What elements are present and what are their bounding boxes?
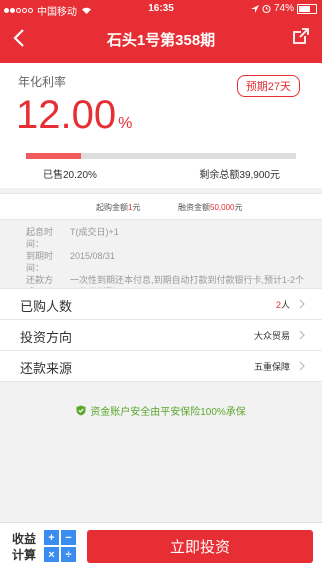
page-title: 石头1号第358期	[106, 32, 216, 49]
rate-value: 12.00	[16, 93, 117, 137]
list-item-direction[interactable]: 投资方向 大众贸易	[0, 320, 322, 351]
alarm-icon	[262, 5, 271, 13]
profit-calculator-label[interactable]: 收益 计算	[12, 531, 40, 563]
security-note: 资金账户安全由平安保险100%承保	[0, 403, 322, 418]
detail-row: 到期时间： 2015/08/31	[26, 250, 306, 274]
rate-unit: %	[118, 115, 133, 132]
divide-icon: ÷	[61, 547, 76, 562]
buyers-value: 2人	[276, 298, 290, 311]
term-badge: 预期27天	[236, 75, 300, 97]
battery-percent: 74%	[273, 3, 294, 14]
min-purchase: 起购金额1元	[96, 202, 140, 213]
minus-icon: −	[61, 530, 76, 545]
rate-label: 年化利率	[18, 75, 67, 89]
location-icon	[250, 4, 259, 13]
annual-rate: 12.00%	[16, 93, 132, 138]
financing-unit: 元	[234, 203, 243, 212]
chevron-right-icon	[299, 330, 305, 340]
multiply-icon: ×	[44, 547, 59, 562]
list-item-buyers[interactable]: 已购人数 2人	[0, 289, 322, 320]
calc-label-line2: 计算	[12, 548, 37, 562]
detail-label: 起息时间：	[26, 227, 54, 249]
chevron-right-icon	[299, 361, 305, 371]
direction-label: 投资方向	[20, 330, 73, 345]
sold-percent: 已售20.20%	[43, 170, 97, 181]
financing-value: 50,000	[210, 203, 235, 212]
list-item-source[interactable]: 还款来源 五重保障	[0, 351, 322, 382]
chevron-right-icon	[299, 299, 305, 309]
min-purchase-unit: 元	[132, 203, 141, 212]
share-icon[interactable]	[292, 27, 310, 45]
detail-value: 2015/08/31	[70, 251, 116, 261]
calc-label-line1: 收益	[12, 532, 37, 546]
detail-label: 到期时间：	[26, 251, 54, 273]
shield-check-icon	[76, 405, 86, 416]
buyers-unit: 人	[280, 300, 290, 310]
amount-card: 起购金额1元 融资金额50,000元	[0, 193, 322, 220]
min-purchase-label: 起购金额	[96, 203, 128, 212]
remaining-amount: 剩余总额39,900元	[199, 170, 280, 181]
direction-value: 大众贸易	[253, 331, 290, 341]
buyers-label: 已购人数	[20, 299, 73, 314]
detail-value: T(成交日)+1	[70, 227, 119, 237]
source-value: 五重保障	[253, 362, 290, 372]
battery-icon	[297, 3, 317, 14]
invest-now-button[interactable]: 立即投资	[87, 530, 313, 563]
status-bar: 中国移动 16:35 74%	[0, 0, 322, 18]
plus-icon: +	[44, 530, 59, 545]
financing-label: 融资金额	[178, 203, 210, 212]
sold-progress-bar	[26, 153, 296, 159]
nav-header: 中国移动 16:35 74% 石头1号第358期	[0, 0, 322, 63]
bottom-bar: 收益 计算 + − × ÷ 立即投资	[0, 522, 322, 573]
rate-card: 年化利率 预期27天 12.00% 已售20.20% 剩余总额39,900元	[0, 63, 322, 188]
source-label: 还款来源	[20, 361, 73, 376]
financing-amount: 融资金额50,000元	[178, 202, 242, 213]
calculator-icon[interactable]: + − × ÷	[44, 530, 76, 562]
detail-row: 起息时间： T(成交日)+1	[26, 226, 306, 250]
info-list: 已购人数 2人 投资方向 大众贸易 还款来源 五重保障	[0, 288, 322, 382]
security-text: 资金账户安全由平安保险100%承保	[90, 407, 246, 418]
